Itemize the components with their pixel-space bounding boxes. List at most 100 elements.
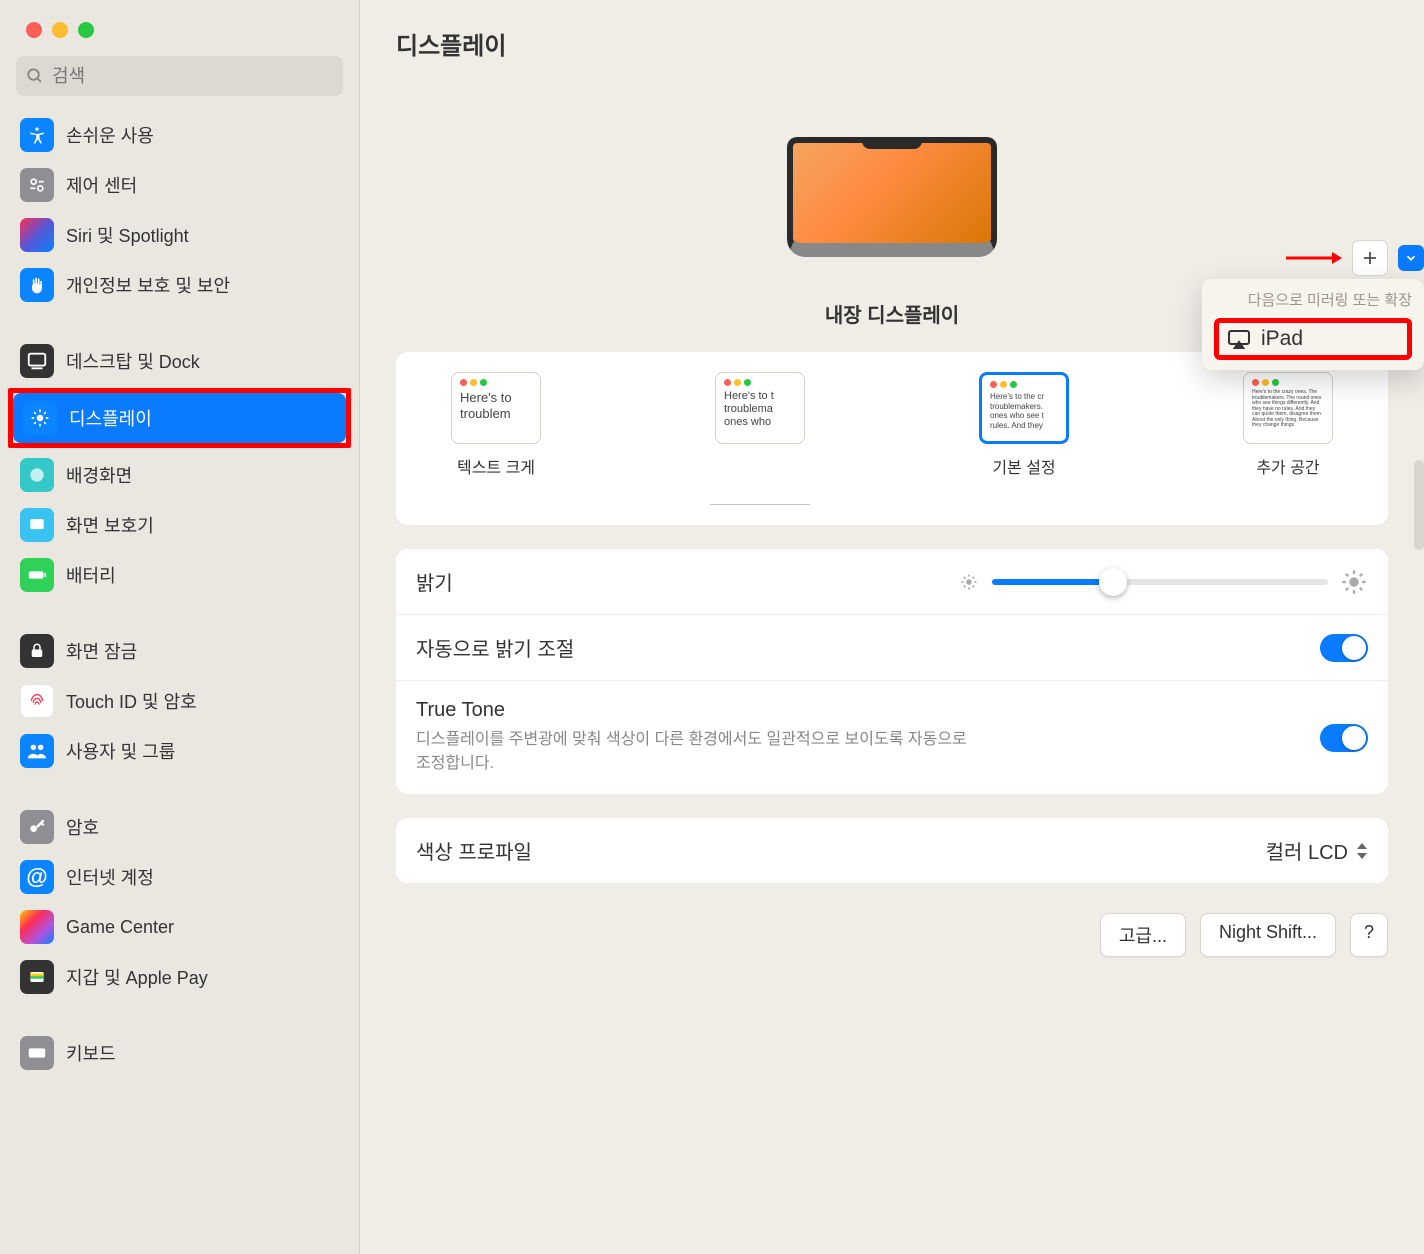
monitor-illustration (787, 137, 997, 277)
color-profile-row[interactable]: 색상 프로파일 컬러 LCD (396, 818, 1388, 883)
auto-brightness-toggle[interactable] (1320, 634, 1368, 662)
sidebar-item-siri[interactable]: Siri 및 Spotlight (10, 210, 349, 260)
popover-item-ipad[interactable]: iPad (1214, 318, 1412, 360)
sidebar-item-label: 화면 잠금 (66, 638, 137, 664)
add-display-button[interactable] (1352, 240, 1388, 276)
resolution-option-larger-text[interactable]: Here's totroublem 텍스트 크게 (416, 372, 576, 478)
screensaver-icon (20, 508, 54, 542)
resolution-underline (710, 504, 810, 505)
monitor-screen (787, 137, 997, 257)
bottom-button-bar: 고급... Night Shift... ? (396, 907, 1388, 957)
sidebar-item-label: Touch ID 및 암호 (66, 688, 197, 714)
true-tone-toggle[interactable] (1320, 724, 1368, 752)
popover-title: 다음으로 미러링 또는 확장 (1214, 289, 1412, 310)
lock-icon (20, 634, 54, 668)
sidebar-list[interactable]: 손쉬운 사용 제어 센터 Siri 및 Spotlight 개인정보 보호 및 … (0, 110, 359, 1254)
sidebar-item-accessibility[interactable]: 손쉬운 사용 (10, 110, 349, 160)
sidebar-item-touchid[interactable]: Touch ID 및 암호 (10, 676, 349, 726)
sidebar-item-label: 디스플레이 (69, 405, 152, 431)
resolution-sample: Here's to the crtroublemakers.ones who s… (979, 372, 1069, 444)
keyboard-icon (20, 1036, 54, 1070)
sidebar-item-label: 화면 보호기 (66, 512, 154, 538)
help-button[interactable]: ? (1350, 913, 1388, 957)
resolution-option-2[interactable]: Here's to ttroublemaones who (680, 372, 840, 505)
sidebar-item-screensaver[interactable]: 화면 보호기 (10, 500, 349, 550)
brightness-card: 밝기 자동으로 밝기 조절 True Tone 디스플레이를 주변광에 맞춰 (396, 549, 1388, 794)
slider-track[interactable] (992, 579, 1328, 585)
page-title: 디스플레이 (396, 26, 1388, 61)
search-field[interactable] (16, 56, 343, 96)
sun-small-icon (958, 571, 980, 593)
sidebar-item-label: Game Center (66, 917, 174, 938)
color-profile-label: 색상 프로파일 (416, 836, 532, 865)
control-center-icon (20, 168, 54, 202)
popover-item-label: iPad (1261, 327, 1303, 351)
zoom-window-button[interactable] (78, 22, 94, 38)
sidebar-item-label: 제어 센터 (66, 172, 137, 198)
slider-fill (992, 579, 1113, 585)
brightness-label: 밝기 (416, 567, 453, 596)
display-caption: 내장 디스플레이 (825, 299, 959, 328)
sidebar-item-label: 데스크탑 및 Dock (66, 348, 200, 374)
resolution-label: 텍스트 크게 (457, 454, 535, 478)
minimize-window-button[interactable] (52, 22, 68, 38)
search-wrap (0, 56, 359, 110)
sidebar-item-label: 키보드 (66, 1040, 116, 1066)
battery-icon (20, 558, 54, 592)
sidebar-item-lockscreen[interactable]: 화면 잠금 (10, 626, 349, 676)
sidebar-item-game-center[interactable]: Game Center (10, 902, 349, 952)
display-menu-button[interactable] (1398, 245, 1424, 271)
sun-large-icon (1340, 568, 1368, 596)
sidebar-item-passwords[interactable]: 암호 (10, 802, 349, 852)
resolution-label: 추가 공간 (1256, 454, 1319, 478)
window-traffic-lights (0, 0, 359, 56)
color-profile-card: 색상 프로파일 컬러 LCD (396, 818, 1388, 883)
sidebar-item-label: 지갑 및 Apple Pay (66, 964, 208, 990)
resolution-label: 기본 설정 (992, 454, 1055, 478)
true-tone-row: True Tone 디스플레이를 주변광에 맞춰 색상이 다른 환경에서도 일관… (396, 681, 1388, 794)
brightness-slider[interactable] (958, 568, 1368, 596)
search-input[interactable] (52, 66, 333, 87)
close-window-button[interactable] (26, 22, 42, 38)
sidebar-item-control-center[interactable]: 제어 센터 (10, 160, 349, 210)
resolution-card: Here's totroublem 텍스트 크게 Here's to ttrou… (396, 352, 1388, 525)
sidebar-item-keyboard[interactable]: 키보드 (10, 1028, 349, 1078)
sidebar-item-displays[interactable]: 디스플레이 (13, 393, 346, 443)
resolution-option-default[interactable]: Here's to the crtroublemakers.ones who s… (944, 372, 1104, 478)
sidebar-item-label: 손쉬운 사용 (66, 122, 154, 148)
resolution-sample: Here's totroublem (451, 372, 541, 444)
sidebar-item-desktop-dock[interactable]: 데스크탑 및 Dock (10, 336, 349, 386)
add-display-controls (1286, 240, 1424, 276)
advanced-button[interactable]: 고급... (1100, 913, 1186, 957)
sidebar-item-battery[interactable]: 배터리 (10, 550, 349, 600)
true-tone-desc: 디스플레이를 주변광에 맞춰 색상이 다른 환경에서도 일관적으로 보이도록 자… (416, 728, 976, 776)
slider-thumb[interactable] (1099, 568, 1127, 596)
resolution-sample: Here's to ttroublemaones who (715, 372, 805, 444)
sidebar-item-privacy[interactable]: 개인정보 보호 및 보안 (10, 260, 349, 310)
sidebar-item-label: 암호 (66, 814, 99, 840)
sidebar-item-wallet[interactable]: 지갑 및 Apple Pay (10, 952, 349, 1002)
resolution-option-more-space[interactable]: Here's to the crazy ones. The troublemak… (1208, 372, 1368, 478)
wallpaper-icon (20, 458, 54, 492)
sidebar-item-users[interactable]: 사용자 및 그룹 (10, 726, 349, 776)
chevron-down-icon (1404, 251, 1418, 265)
color-profile-value[interactable]: 컬러 LCD (1266, 836, 1368, 865)
night-shift-button[interactable]: Night Shift... (1200, 913, 1336, 957)
main-panel: 디스플레이 내장 디스플레이 다음으로 미러링 또는 확장 iPad (360, 0, 1424, 1254)
sidebar: 손쉬운 사용 제어 센터 Siri 및 Spotlight 개인정보 보호 및 … (0, 0, 360, 1254)
search-icon (26, 67, 44, 85)
sidebar-item-label: Siri 및 Spotlight (66, 222, 189, 248)
game-center-icon (20, 910, 54, 944)
updown-icon (1356, 843, 1368, 859)
brightness-icon (23, 401, 57, 435)
main-content: 내장 디스플레이 다음으로 미러링 또는 확장 iPad (360, 81, 1424, 1254)
siri-icon (20, 218, 54, 252)
sidebar-item-internet-accounts[interactable]: @ 인터넷 계정 (10, 852, 349, 902)
true-tone-label: True Tone (416, 699, 976, 722)
sidebar-item-label: 사용자 및 그룹 (66, 738, 175, 764)
dock-icon (20, 344, 54, 378)
sidebar-item-label: 인터넷 계정 (66, 864, 154, 890)
sidebar-item-wallpaper[interactable]: 배경화면 (10, 450, 349, 500)
mirror-extend-popover: 다음으로 미러링 또는 확장 iPad (1202, 279, 1424, 370)
auto-brightness-label: 자동으로 밝기 조절 (416, 633, 574, 662)
